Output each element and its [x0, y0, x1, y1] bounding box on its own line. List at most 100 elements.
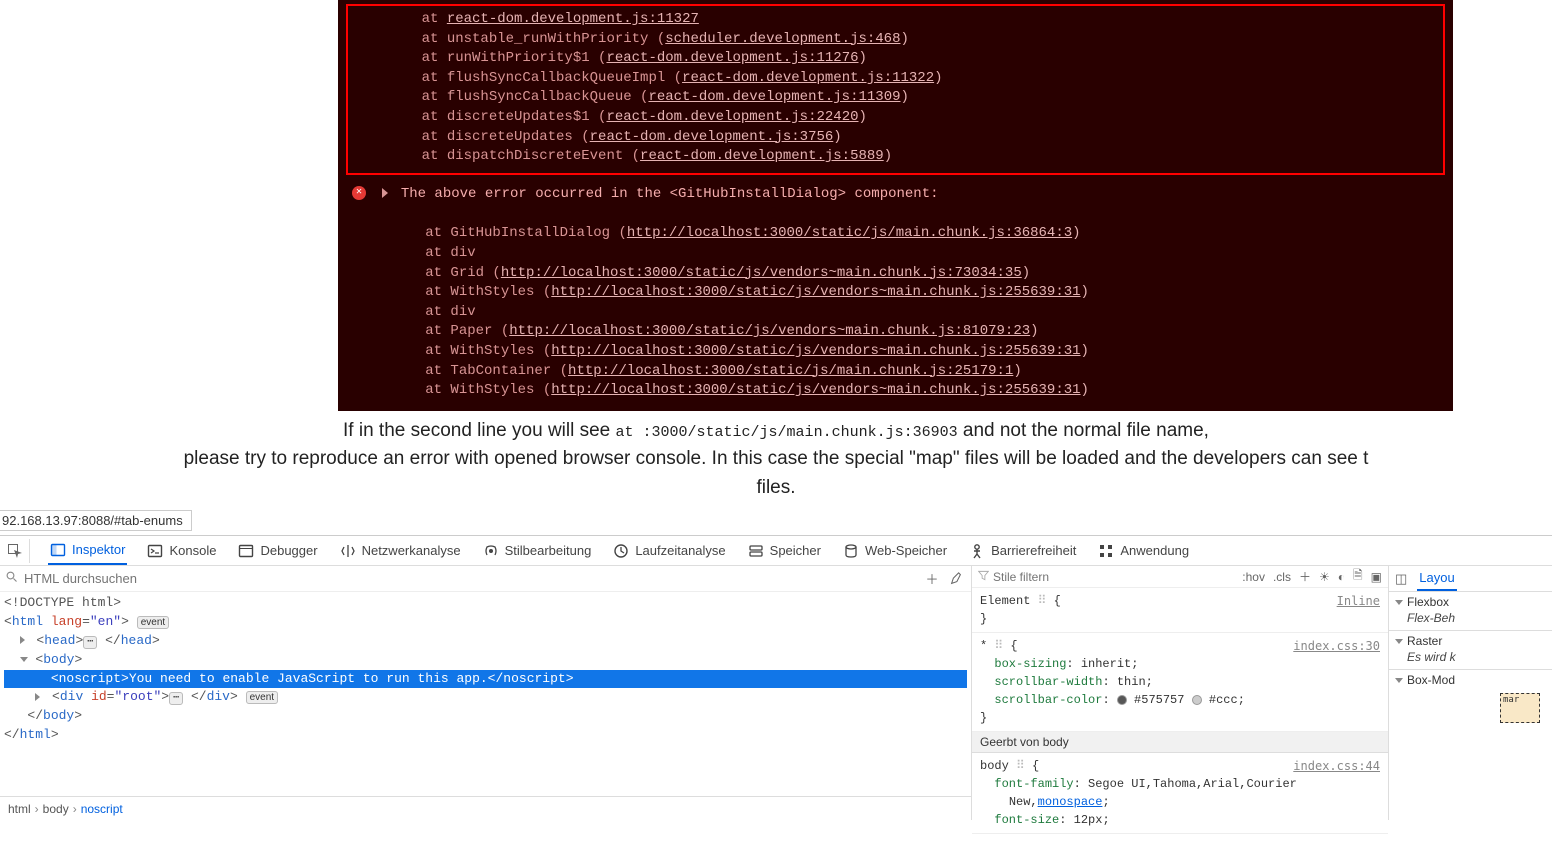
source-link[interactable]: react-dom.development.js:3756 [590, 129, 834, 145]
crumb-noscript[interactable]: noscript [81, 802, 123, 816]
raster-section[interactable]: Raster [1395, 634, 1546, 648]
dom-tree[interactable]: <!DOCTYPE html> <html lang="en"> event <… [0, 592, 971, 796]
caret-down-icon [1395, 678, 1403, 683]
source-link[interactable]: react-dom.development.js:11322 [682, 70, 934, 86]
styleeditor-icon [483, 543, 499, 559]
devtools-tab-laufzeitanalyse[interactable]: Laufzeitanalyse [611, 536, 727, 565]
flexbox-body: Flex-Beh [1395, 609, 1546, 627]
filter-icon [978, 570, 989, 584]
panel-layout-icon[interactable]: ▣ [1371, 570, 1382, 584]
print-media-icon[interactable]: 🗎 [1353, 566, 1363, 587]
light-theme-icon[interactable]: ☀ [1319, 570, 1330, 584]
stack-frame: at discreteUpdates$1 (react-dom.developm… [368, 108, 1423, 128]
source-link[interactable]: react-dom.development.js:22420 [606, 109, 858, 125]
selected-dom-node[interactable]: <noscript>You need to enable JavaScript … [4, 670, 967, 689]
crumb-html[interactable]: html [8, 802, 31, 816]
ellipsis-badge[interactable]: ⋯ [83, 636, 97, 649]
network-icon [340, 543, 356, 559]
stack-frame: at react-dom.development.js:11327 [368, 10, 1423, 30]
caret-icon[interactable] [35, 693, 44, 701]
color-swatch[interactable] [1192, 695, 1202, 705]
box-model-diagram[interactable]: mar [1500, 693, 1540, 723]
source-link[interactable]: http://localhost:3000/static/js/vendors~… [501, 265, 1022, 281]
source-link[interactable]: scheduler.development.js:468 [665, 31, 900, 47]
flexbox-section[interactable]: Flexbox [1395, 595, 1546, 609]
html-search-input[interactable] [24, 571, 917, 586]
devtools-tab-inspektor[interactable]: Inspektor [48, 536, 127, 565]
layout-tab[interactable]: Layou [1417, 566, 1456, 591]
source-link[interactable]: react-dom.development.js:11276 [606, 50, 858, 66]
stack-frame: at Grid (http://localhost:3000/static/js… [338, 264, 1453, 284]
source-link[interactable]: react-dom.development.js:5889 [640, 148, 884, 164]
devtools-tab-stilbearbeitung[interactable]: Stilbearbeitung [481, 536, 594, 565]
devtools-tab-netzwerkanalyse[interactable]: Netzwerkanalyse [338, 536, 463, 565]
devtools-tabstrip: Inspektor Konsole Debugger Netzwerkanalyse S… [0, 536, 1552, 566]
error-group: ✕ The above error occurred in the <GitHu… [338, 179, 1453, 407]
source-link[interactable]: react-dom.development.js:11327 [447, 11, 699, 27]
dom-breadcrumb[interactable]: html › body › noscript [0, 796, 971, 820]
url-fragment: 92.168.13.97:8088/#tab-enums [0, 510, 192, 531]
stack-frame: at WithStyles (http://localhost:3000/sta… [338, 342, 1453, 362]
source-link[interactable]: http://localhost:3000/static/js/main.chu… [568, 363, 1013, 379]
devtools-tab-konsole[interactable]: Konsole [145, 536, 218, 565]
devtools-tab-debugger[interactable]: Debugger [236, 536, 319, 565]
universal-rule[interactable]: * ⠿ { index.css:30 box-sizing: inherit; … [972, 633, 1388, 732]
storage-icon [843, 543, 859, 559]
caret-down-icon [1395, 600, 1403, 605]
stack-frame: at runWithPriority$1 (react-dom.developm… [368, 49, 1423, 69]
body-rule[interactable]: body ⠿ { index.css:44 font-family: Segoe… [972, 753, 1388, 834]
inherited-section: Geerbt von body [972, 732, 1388, 753]
dom-inspector-panel: ＋ <!DOCTYPE html> <html lang="en"> event… [0, 566, 972, 820]
devtools-tab-barrierefreiheit[interactable]: Barrierefreiheit [967, 536, 1078, 565]
event-badge[interactable]: event [137, 616, 169, 629]
hover-toggle[interactable]: :hov [1242, 570, 1265, 584]
class-toggle[interactable]: .cls [1273, 570, 1291, 584]
source-link[interactable]: Inline [1337, 592, 1380, 610]
devtools-tab-speicher[interactable]: Speicher [746, 536, 823, 565]
stack-frame: at dispatchDiscreteEvent (react-dom.deve… [368, 147, 1423, 167]
source-link[interactable]: http://localhost:3000/static/js/vendors~… [509, 323, 1030, 339]
chevron-right-icon: › [35, 802, 39, 816]
instruction-text: If in the second line you will see at :3… [0, 411, 1552, 511]
devtools-tab-web-speicher[interactable]: Web-Speicher [841, 536, 949, 565]
devtools: Inspektor Konsole Debugger Netzwerkanalyse S… [0, 535, 1552, 820]
source-link[interactable]: http://localhost:3000/static/js/vendors~… [551, 284, 1080, 300]
accessibility-icon [969, 543, 985, 559]
source-link[interactable]: index.css:44 [1293, 757, 1380, 775]
color-swatch[interactable] [1117, 695, 1127, 705]
add-element-button[interactable]: ＋ [923, 570, 941, 588]
add-rule-button[interactable]: ＋ [1299, 568, 1311, 585]
dark-theme-icon[interactable]: ◐ [1338, 570, 1345, 584]
source-link[interactable]: react-dom.development.js:11309 [648, 89, 900, 105]
devtools-tab-anwendung[interactable]: Anwendung [1096, 536, 1191, 565]
eyedropper-icon[interactable] [947, 570, 965, 588]
source-link[interactable]: http://localhost:3000/static/js/main.chu… [627, 225, 1072, 241]
crumb-body[interactable]: body [43, 802, 69, 816]
element-rule[interactable]: Element ⠿ { Inline } [972, 588, 1388, 633]
source-link[interactable]: http://localhost:3000/static/js/vendors~… [551, 382, 1080, 398]
stack-frame: at GitHubInstallDialog (http://localhost… [338, 224, 1453, 244]
ellipsis-badge[interactable]: ⋯ [169, 692, 183, 705]
source-link[interactable]: index.css:30 [1293, 637, 1380, 655]
chevron-right-icon: › [73, 802, 77, 816]
caret-down-icon[interactable] [20, 657, 28, 662]
styles-filter-input[interactable] [993, 570, 1234, 584]
event-badge[interactable]: event [246, 691, 278, 704]
stack-frame: at div [338, 244, 1453, 264]
performance-icon [613, 543, 629, 559]
stack-frame: at Paper (http://localhost:3000/static/j… [338, 322, 1453, 342]
console-icon [147, 543, 163, 559]
caret-down-icon [1395, 639, 1403, 644]
inspector-icon [50, 542, 66, 558]
stack-trace-box: at react-dom.development.js:11327 at uns… [346, 4, 1445, 175]
source-link[interactable]: http://localhost:3000/static/js/vendors~… [551, 343, 1080, 359]
boxmodel-section[interactable]: Box-Mod [1395, 673, 1546, 687]
panel-split-icon[interactable]: ◫ [1395, 571, 1407, 587]
caret-icon[interactable] [20, 636, 29, 644]
stack-frame: at unstable_runWithPriority (scheduler.d… [368, 30, 1423, 50]
element-picker-icon[interactable] [6, 539, 30, 563]
debugger-icon [238, 543, 254, 559]
stack-frame: at flushSyncCallbackQueueImpl (react-dom… [368, 69, 1423, 89]
stack-frame: at discreteUpdates (react-dom.developmen… [368, 128, 1423, 148]
expand-caret-icon[interactable] [382, 188, 388, 198]
